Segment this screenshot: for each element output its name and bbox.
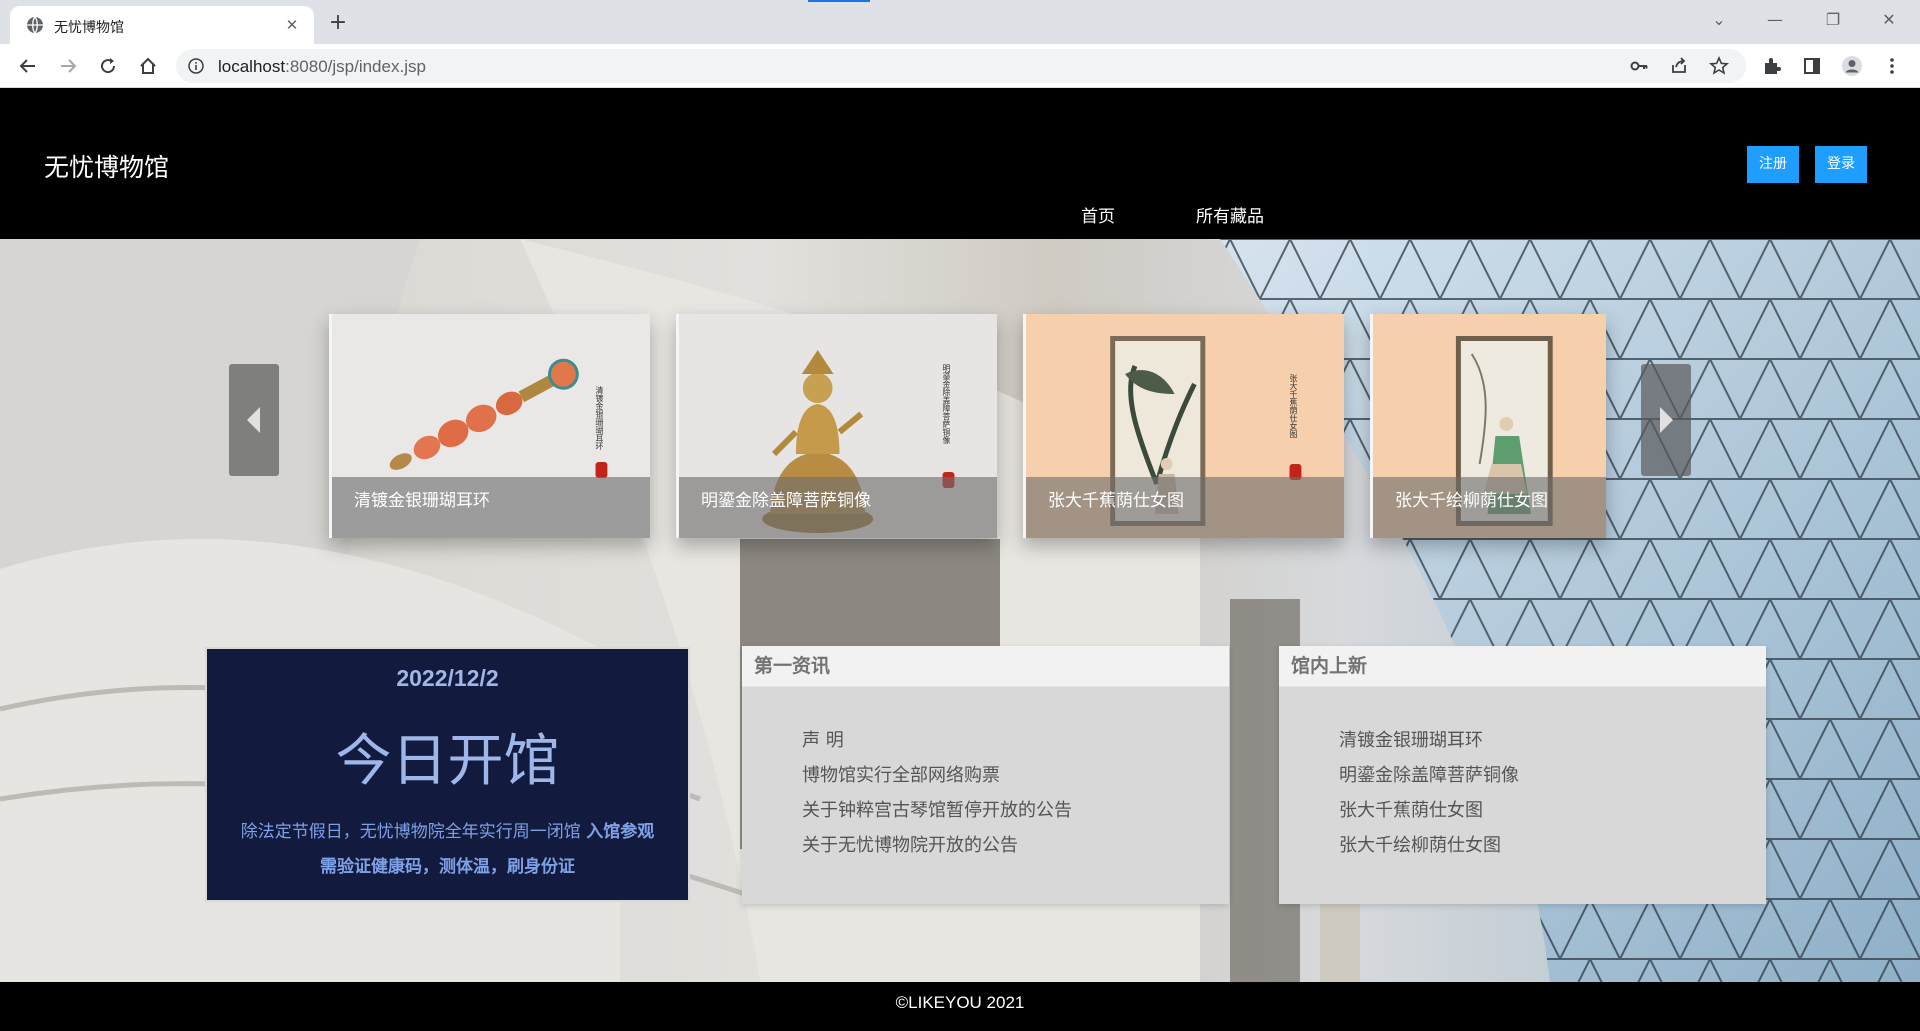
site-header: 无忧博物馆 注册 登录 首页 所有藏品 xyxy=(0,88,1920,239)
profile-avatar-icon[interactable] xyxy=(1840,54,1864,78)
url-host: localhost xyxy=(218,57,286,76)
extensions-icon[interactable] xyxy=(1760,54,1784,78)
open-status: 今日开馆 xyxy=(335,729,560,794)
browser-tabstrip: 无忧博物馆 ✕ + ⌄ — ❐ ✕ xyxy=(0,0,1920,44)
news-item[interactable]: 关于钟粹宫古琴馆暂停开放的公告 xyxy=(802,793,1229,828)
close-window-button[interactable]: ✕ xyxy=(1866,4,1912,36)
new-arrivals-list: 清镀金银珊瑚耳环 明鎏金除盖障菩萨铜像 张大千蕉荫仕女图 张大千绘柳荫仕女图 xyxy=(1279,687,1766,863)
arrow-left-icon xyxy=(19,59,35,73)
address-bar[interactable]: localhost:8080/jsp/index.jsp xyxy=(176,49,1746,83)
back-button[interactable] xyxy=(12,50,44,82)
restore-button[interactable]: ❐ xyxy=(1810,4,1856,36)
news-panel: 第一资讯 声 明 博物馆实行全部网络购票 关于钟粹宫古琴馆暂停开放的公告 关于无… xyxy=(742,646,1229,904)
caret-left-icon xyxy=(247,407,260,433)
site-logo[interactable]: 无忧博物馆 xyxy=(44,148,169,184)
home-button[interactable] xyxy=(132,50,164,82)
tab-search-icon[interactable]: ⌄ xyxy=(1696,4,1742,36)
notice-plain: 除法定节假日，无忧博物院全年实行周一闭馆 xyxy=(240,822,587,842)
card-caption: 清镀金银珊瑚耳环 xyxy=(332,477,650,538)
carousel-prev-button[interactable] xyxy=(229,364,279,476)
carousel-card-willow-lady[interactable]: 张大千绘柳荫仕女图 xyxy=(1370,314,1606,538)
home-icon xyxy=(140,57,156,74)
new-arrival-item[interactable]: 张大千绘柳荫仕女图 xyxy=(1339,828,1766,863)
register-button[interactable]: 注册 xyxy=(1747,146,1799,183)
caret-right-icon xyxy=(1660,407,1673,433)
url-path: :8080/jsp/index.jsp xyxy=(285,57,426,76)
browser-toolbar: localhost:8080/jsp/index.jsp xyxy=(0,44,1920,88)
more-menu-icon[interactable] xyxy=(1880,54,1904,78)
browser-tab[interactable]: 无忧博物馆 ✕ xyxy=(10,6,314,44)
hero-section: 清镀金银珊瑚耳环 清镀金银珊瑚耳环 明鎏金除盖障菩萨铜像 明鎏金除盖障菩萨铜像 xyxy=(0,239,1920,982)
carousel-card-earrings[interactable]: 清镀金银珊瑚耳环 清镀金银珊瑚耳环 xyxy=(329,314,650,538)
tab-close-icon[interactable]: ✕ xyxy=(282,15,302,35)
visit-notice: 除法定节假日，无忧博物院全年实行周一闭馆 入馆参观需验证健康码，测体温，刷身份证 xyxy=(233,815,663,885)
news-item[interactable]: 声 明 xyxy=(802,723,1229,758)
today-date: 2022/12/2 xyxy=(396,665,499,691)
carousel-card-plantain-lady[interactable]: 张大千蕉荫仕女图 张大千蕉荫仕女图 xyxy=(1023,314,1344,538)
tab-title: 无忧博物馆 xyxy=(54,20,124,36)
svg-text:明鎏金除盖障菩萨铜像: 明鎏金除盖障菩萨铜像 xyxy=(942,364,951,444)
share-icon[interactable] xyxy=(1668,55,1690,77)
card-caption: 明鎏金除盖障菩萨铜像 xyxy=(679,477,997,538)
nav-home[interactable]: 首页 xyxy=(1081,202,1115,227)
globe-icon xyxy=(27,16,43,34)
info-icon[interactable] xyxy=(188,58,204,74)
news-panel-title: 第一资讯 xyxy=(742,646,1229,687)
new-arrivals-panel: 馆内上新 清镀金银珊瑚耳环 明鎏金除盖障菩萨铜像 张大千蕉荫仕女图 张大千绘柳荫… xyxy=(1279,646,1766,904)
card-caption: 张大千绘柳荫仕女图 xyxy=(1373,477,1606,538)
carousel-next-button[interactable] xyxy=(1641,364,1691,476)
carousel-card-bodhisattva[interactable]: 明鎏金除盖障菩萨铜像 明鎏金除盖障菩萨铜像 xyxy=(676,314,997,538)
site-footer: ©LIKEYOU 2021 xyxy=(0,982,1920,1031)
nav-all-collections[interactable]: 所有藏品 xyxy=(1196,202,1264,227)
key-icon[interactable] xyxy=(1628,55,1650,77)
forward-button[interactable] xyxy=(52,50,84,82)
svg-text:张大千蕉荫仕女图: 张大千蕉荫仕女图 xyxy=(1289,374,1298,439)
login-button[interactable]: 登录 xyxy=(1815,146,1867,183)
arrow-right-icon xyxy=(61,59,77,73)
url-text[interactable]: localhost:8080/jsp/index.jsp xyxy=(218,57,426,77)
minimize-button[interactable]: — xyxy=(1752,4,1798,36)
bookmark-star-icon[interactable] xyxy=(1708,55,1730,77)
news-item[interactable]: 关于无忧博物院开放的公告 xyxy=(802,828,1229,863)
reload-icon xyxy=(101,58,116,74)
new-arrivals-panel-title: 馆内上新 xyxy=(1279,646,1766,687)
new-tab-button[interactable]: + xyxy=(324,9,352,37)
new-arrival-item[interactable]: 明鎏金除盖障菩萨铜像 xyxy=(1339,758,1766,793)
news-list: 声 明 博物馆实行全部网络购票 关于钟粹宫古琴馆暂停开放的公告 关于无忧博物院开… xyxy=(742,687,1229,863)
news-item[interactable]: 博物馆实行全部网络购票 xyxy=(802,758,1229,793)
new-arrival-item[interactable]: 张大千蕉荫仕女图 xyxy=(1339,793,1766,828)
reload-button[interactable] xyxy=(92,50,124,82)
card-caption: 张大千蕉荫仕女图 xyxy=(1026,477,1344,538)
svg-text:清镀金银珊瑚耳环: 清镀金银珊瑚耳环 xyxy=(595,385,604,451)
tab-indicator xyxy=(808,0,870,2)
side-panel-icon[interactable] xyxy=(1800,54,1824,78)
new-arrival-item[interactable]: 清镀金银珊瑚耳环 xyxy=(1339,723,1766,758)
today-status-panel: 2022/12/2 今日开馆 除法定节假日，无忧博物院全年实行周一闭馆 入馆参观… xyxy=(205,647,690,902)
